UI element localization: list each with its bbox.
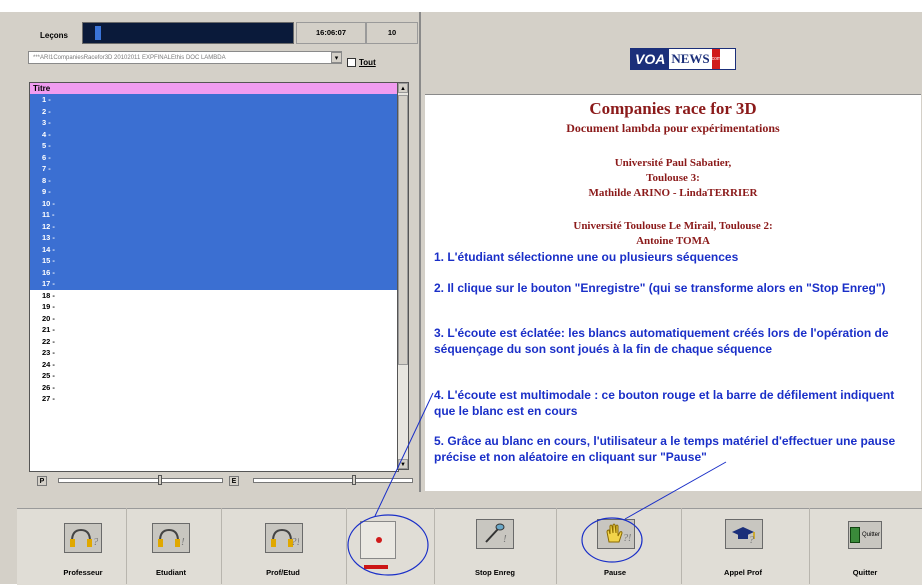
document-title: Companies race for 3D	[589, 99, 757, 118]
svg-text:?!: ?!	[291, 536, 299, 548]
list-item[interactable]: 26 -	[30, 381, 398, 393]
scrollbar-thumb[interactable]	[398, 95, 408, 365]
list-item[interactable]: 3 -	[30, 117, 398, 129]
list-item[interactable]: 19 -	[30, 301, 398, 313]
slider-p-label: P	[37, 476, 47, 486]
list-item[interactable]: 22 -	[30, 335, 398, 347]
headphones-exclamation-icon: !	[158, 528, 185, 548]
list-item[interactable]: 15 -	[30, 255, 398, 267]
document-viewer: Companies race for 3D Document lambda po…	[425, 94, 921, 491]
stop-enreg-button[interactable]: !	[476, 519, 514, 549]
quitter-button[interactable]: Quitter	[848, 521, 882, 549]
record-button[interactable]	[360, 521, 396, 559]
prof-etud-button[interactable]: ?!	[265, 523, 303, 553]
pause-button[interactable]: ?!	[597, 519, 635, 549]
list-item[interactable]: 12 -	[30, 220, 398, 232]
svg-text:?: ?	[93, 536, 98, 548]
quitter-label: Quitter	[852, 568, 878, 577]
record-dot-icon	[376, 537, 382, 543]
top-strip	[0, 0, 922, 12]
list-item[interactable]: 8 -	[30, 174, 398, 186]
list-item[interactable]: 17 -	[30, 278, 398, 290]
list-item[interactable]: 24 -	[30, 358, 398, 370]
credit-2-line-2: Antoine TOMA	[636, 235, 710, 247]
lessons-progress-marker	[95, 26, 101, 40]
svg-text:?!: ?!	[623, 533, 631, 544]
voa-news-logo: VOA NEWS com	[630, 48, 736, 70]
stop-enreg-label: Stop Enreg	[474, 568, 515, 577]
slider-p-track[interactable]	[58, 478, 223, 483]
list-item[interactable]: 27 -	[30, 393, 398, 405]
list-item[interactable]: 18 -	[30, 289, 398, 301]
lesson-select[interactable]: ***ARI1CompaniesRacefor3D 20102011 EXPFI…	[28, 51, 342, 64]
appel-prof-label: Appel Prof	[724, 568, 762, 577]
step-2: 2. Il clique sur le bouton "Enregistre" …	[434, 281, 886, 295]
logo-voa: VOA	[631, 49, 670, 69]
list-item[interactable]: 7 -	[30, 163, 398, 175]
headphones-split-icon: ?!	[271, 528, 299, 548]
list-item[interactable]: 6 -	[30, 151, 398, 163]
headphones-question-icon: ?	[70, 528, 98, 548]
svg-text:?: ?	[749, 535, 754, 546]
svg-text:!: !	[181, 536, 185, 548]
graduation-cap-icon: ?	[732, 527, 755, 546]
list-item[interactable]: 13 -	[30, 232, 398, 244]
blank-progress-bar	[364, 565, 388, 569]
scroll-up-icon[interactable]: ▲	[398, 83, 408, 93]
lessons-progress-bar[interactable]	[82, 22, 294, 44]
slider-e-thumb[interactable]	[352, 475, 356, 485]
credit-2-line-1: Université Toulouse Le Mirail, Toulouse …	[573, 220, 773, 232]
step-4: 4. L'écoute est multimodale : ce bouton …	[434, 388, 895, 418]
microphone-icon: !	[485, 523, 507, 545]
list-item[interactable]: 23 -	[30, 347, 398, 359]
list-item[interactable]: 14 -	[30, 243, 398, 255]
chevron-down-icon[interactable]: ▾	[331, 52, 342, 63]
lessons-label: Leçons	[40, 31, 69, 40]
prof-etud-label: Prof/Etud	[266, 568, 300, 577]
list-item[interactable]: 25 -	[30, 370, 398, 382]
appel-prof-button[interactable]: ?	[725, 519, 763, 549]
list-item[interactable]: 11 -	[30, 209, 398, 221]
document-subtitle: Document lambda pour expérimentations	[566, 121, 780, 135]
pause-label: Pause	[603, 568, 627, 577]
list-item[interactable]: 4 -	[30, 128, 398, 140]
hand-icon: ?!	[606, 523, 631, 544]
list-header-titre[interactable]: Titre	[30, 83, 398, 94]
list-item[interactable]: 10 -	[30, 197, 398, 209]
list-item[interactable]: 5 -	[30, 140, 398, 152]
tout-label: Tout	[359, 58, 376, 67]
etudiant-label: Etudiant	[156, 568, 186, 577]
list-item[interactable]: 20 -	[30, 312, 398, 324]
sequence-rows: 1 -2 -3 -4 -5 -6 -7 -8 -9 -10 -11 -12 -1…	[30, 94, 398, 405]
list-item[interactable]: 16 -	[30, 266, 398, 278]
logo-news: NEWS	[671, 51, 710, 66]
slider-p-thumb[interactable]	[158, 475, 162, 485]
credit-1-line-2: Toulouse 3:	[646, 172, 700, 184]
list-item[interactable]: 9 -	[30, 186, 398, 198]
svg-text:!: !	[503, 533, 507, 545]
scroll-down-icon[interactable]: ▼	[398, 459, 408, 469]
logo-com: com	[711, 49, 721, 69]
list-item[interactable]: 21 -	[30, 324, 398, 336]
sequence-list[interactable]: Titre 1 -2 -3 -4 -5 -6 -7 -8 -9 -10 -11 …	[29, 82, 399, 472]
checkbox-box[interactable]	[347, 58, 356, 68]
slider-e-label: E	[229, 476, 239, 486]
professeur-label: Professeur	[63, 568, 103, 577]
quitter-button-text: Quitter	[861, 532, 880, 538]
step-3: 3. L'écoute est éclatée: les blancs auto…	[434, 326, 889, 356]
step-1: 1. L'étudiant sélectionne une ou plusieu…	[434, 250, 739, 264]
credit-1-line-1: Université Paul Sabatier,	[614, 157, 732, 169]
list-scrollbar[interactable]: ▲ ▼	[397, 82, 409, 470]
step-5: 5. Grâce au blanc en cours, l'utilisateu…	[434, 434, 896, 464]
tout-checkbox[interactable]: Tout	[347, 58, 376, 68]
list-item[interactable]: 2 -	[30, 105, 398, 117]
door-exit-icon	[849, 527, 860, 543]
professeur-button[interactable]: ?	[64, 523, 102, 553]
lesson-count: 10	[366, 22, 418, 44]
etudiant-button[interactable]: !	[152, 523, 190, 553]
credit-1-line-3: Mathilde ARINO - LindaTERRIER	[588, 187, 758, 199]
clock-display: 16:06:07	[296, 22, 366, 44]
list-item[interactable]: 1 -	[30, 94, 398, 106]
slider-e-track[interactable]	[253, 478, 413, 483]
